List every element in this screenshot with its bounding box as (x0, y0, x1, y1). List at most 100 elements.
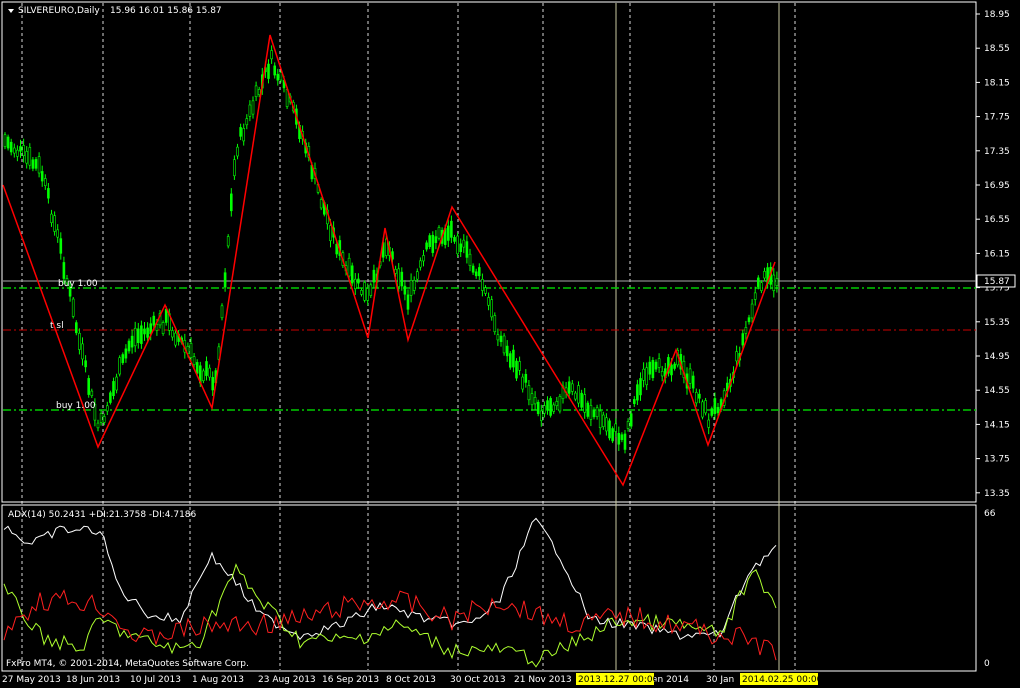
crosshair-tag-2: 2014.02.25 00:00 (742, 675, 823, 685)
candle-body (384, 238, 388, 256)
candle-body (657, 358, 661, 368)
candle-body (279, 72, 283, 81)
candle-body (490, 299, 494, 318)
candle-body (87, 378, 90, 395)
candle-body (775, 278, 779, 286)
candle-body (124, 348, 128, 359)
candle-body (481, 279, 484, 291)
candle-body (453, 237, 456, 242)
candle-body (595, 407, 599, 417)
candle-body (363, 282, 366, 301)
price-axis[interactable]: 18.95 18.55 18.15 17.75 17.35 16.95 16.55 16.15… (976, 10, 1010, 499)
candle-body (688, 368, 692, 384)
candle-body (533, 397, 537, 405)
price-tick-label: 13.35 (984, 489, 1010, 499)
date-tick-label: 30 Oct 2013 (450, 675, 506, 685)
price-tick-label: 14.95 (984, 352, 1010, 362)
price-tick-label: 14.55 (984, 386, 1010, 396)
candle-body (242, 128, 245, 142)
candle-body (127, 340, 131, 352)
candle-body (257, 89, 261, 96)
date-tick-label: 21 Nov 2013 (514, 675, 572, 685)
candle-body (530, 393, 534, 406)
candle-body (208, 367, 211, 378)
indicator-scale-min: 0 (984, 659, 990, 669)
candle-body (140, 325, 143, 344)
candle-body (592, 409, 596, 418)
candle-body (570, 383, 574, 392)
date-tick-label: 1 Aug 2013 (192, 675, 244, 685)
candle-body (434, 236, 438, 243)
candle-body (360, 290, 363, 295)
candle-body (366, 288, 370, 301)
chart-window[interactable]: SILVEREURO,Daily 15.96 16.01 15.86 15.87… (0, 0, 1020, 688)
crosshair-tag-1: 2013.12.27 00:00 (578, 675, 659, 685)
candle-body (539, 410, 543, 421)
candle-body (47, 188, 50, 199)
candle-body (617, 433, 621, 445)
candle-body (347, 257, 351, 277)
candle-body (710, 408, 714, 416)
price-tick-label: 16.55 (984, 215, 1010, 225)
candle-body (543, 405, 546, 414)
candle-body (741, 333, 745, 346)
candle-body (518, 361, 521, 371)
candle-body (487, 297, 490, 306)
candle-body (484, 287, 487, 294)
candle-body (521, 376, 525, 390)
candle-body (660, 370, 664, 377)
candle-body (56, 229, 60, 238)
candle-body (6, 136, 10, 149)
candle-body (446, 225, 450, 241)
candle-body (750, 303, 754, 319)
candle-body (415, 271, 419, 280)
adx-label: ADX(14) 50.2431 +DI:21.3758 -DI:4.7186 (8, 510, 197, 520)
candle-body (744, 327, 748, 334)
date-tick-label: 27 May 2013 (2, 675, 61, 685)
candle-body (75, 322, 78, 334)
candle-body (137, 328, 140, 344)
candle-body (22, 145, 25, 156)
candle-body (437, 227, 441, 239)
candle-body (713, 398, 717, 415)
candle-body (319, 199, 323, 209)
candle-body (130, 335, 134, 348)
candle-body (704, 400, 707, 414)
candle-body (230, 193, 233, 212)
candle-body (555, 401, 559, 407)
candle-body (645, 367, 649, 386)
candle-body (236, 146, 239, 157)
candle-body (673, 363, 676, 369)
candle-body (456, 235, 459, 255)
candle-body (53, 215, 56, 232)
candle-body (84, 360, 87, 368)
candle-body (459, 243, 463, 253)
candle-body (425, 242, 428, 250)
price-tick-label: 18.95 (984, 10, 1010, 20)
candle-body (133, 327, 137, 347)
date-tick-label: 8 Oct 2013 (386, 675, 436, 685)
candle-body (536, 401, 540, 415)
candle-body (329, 225, 332, 242)
candle-body (71, 298, 75, 317)
candle-body (515, 360, 518, 379)
price-tick-label: 15.35 (984, 318, 1010, 328)
candle-body (189, 343, 193, 358)
candle-body (152, 315, 156, 326)
candle-body (623, 433, 627, 450)
candle-body (40, 171, 44, 182)
price-tick-label: 18.55 (984, 44, 1010, 54)
candle-body (648, 361, 652, 375)
candle-body (493, 315, 497, 333)
candle-body (760, 282, 763, 291)
candle-body (431, 234, 435, 253)
price-tick-label: 13.75 (984, 455, 1010, 465)
candle-body (707, 419, 711, 428)
candle-body (763, 271, 766, 279)
ohlc-values: 15.96 16.01 15.86 15.87 (110, 6, 222, 16)
candle-body (19, 146, 22, 152)
candle-body (37, 156, 41, 174)
candle-body (601, 414, 605, 427)
candle-body (164, 308, 168, 323)
candle-body (78, 332, 81, 350)
